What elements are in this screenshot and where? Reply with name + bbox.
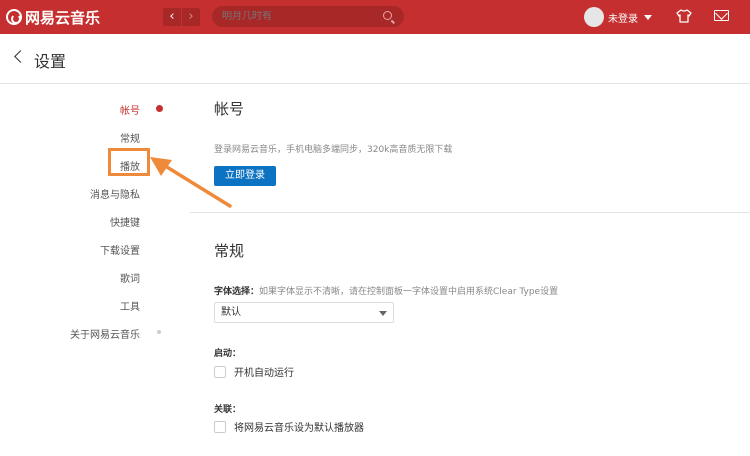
account-section-title: 帐号 [214,100,245,118]
nav-item-download-settings[interactable]: 下载设置 [100,242,140,257]
association-label: 关联： [214,402,241,415]
chevron-down-icon[interactable] [644,14,652,20]
font-label: 字体选择： [214,287,260,297]
nav-item-account[interactable]: 帐号 [120,102,140,117]
netease-logo-icon [6,9,22,25]
nav-item-tools[interactable]: 工具 [120,298,140,313]
section-divider [190,212,750,213]
search-box[interactable] [212,6,404,27]
general-section-title: 常规 [214,242,245,260]
font-select[interactable]: 默认 [214,302,394,323]
active-indicator-dot [156,105,163,112]
user-status[interactable]: 未登录 [608,10,638,25]
startup-option-label[interactable]: 开机自动运行 [234,364,294,379]
inactive-indicator-dot [157,330,161,334]
avatar[interactable] [584,7,604,27]
chevron-down-icon [379,311,387,316]
settings-content: 帐号 登录网易云音乐，手机电脑多端同步，320k高音质无限下载 立即登录 常规 … [190,84,750,456]
page-title: 设置 [34,52,67,71]
startup-label-text: 启动： [214,349,242,359]
title-bar: 网易云音乐 ‹ › 未登录 [0,0,750,34]
settings-nav: 帐号 常规 播放 消息与隐私 快捷键 下载设置 歌词 工具 关于网易云音乐 [0,84,170,456]
mail-icon[interactable] [714,10,729,21]
nav-item-general[interactable]: 常规 [120,130,140,145]
app-name: 网易云音乐 [25,8,101,27]
default-player-checkbox[interactable] [214,420,226,433]
startup-label: 启动： [214,346,241,359]
startup-option[interactable]: 开机自动运行 [214,364,294,379]
highlight-box [108,148,150,176]
back-arrow-icon[interactable] [14,50,27,63]
font-setting-label: 字体选择：如果字体显示不清晰，请在控制面板一字体设置中启用系统Clear Typ… [214,284,558,297]
nav-item-shortcuts[interactable]: 快捷键 [110,214,140,229]
nav-item-about[interactable]: 关于网易云音乐 [70,326,140,341]
skin-icon[interactable] [676,9,692,23]
login-button[interactable]: 立即登录 [214,166,276,186]
association-option[interactable]: 将网易云音乐设为默认播放器 [214,419,364,434]
search-icon[interactable] [383,11,392,20]
app-logo[interactable]: 网易云音乐 [6,6,100,28]
default-player-label[interactable]: 将网易云音乐设为默认播放器 [234,419,364,434]
nav-item-messages-privacy[interactable]: 消息与隐私 [90,186,140,201]
page-header: 设置 [0,34,750,84]
back-button[interactable]: ‹ [163,8,181,26]
user-menu[interactable]: 未登录 [584,6,652,28]
forward-button[interactable]: › [182,8,200,26]
search-input[interactable] [222,11,372,22]
font-select-value: 默认 [221,307,241,318]
association-label-text: 关联： [214,405,242,415]
font-hint: 如果字体显示不清晰，请在控制面板一字体设置中启用系统Clear Type设置 [259,287,559,297]
account-description: 登录网易云音乐，手机电脑多端同步，320k高音质无限下载 [214,145,453,155]
startup-checkbox[interactable] [214,365,226,378]
nav-item-lyrics[interactable]: 歌词 [120,270,140,285]
